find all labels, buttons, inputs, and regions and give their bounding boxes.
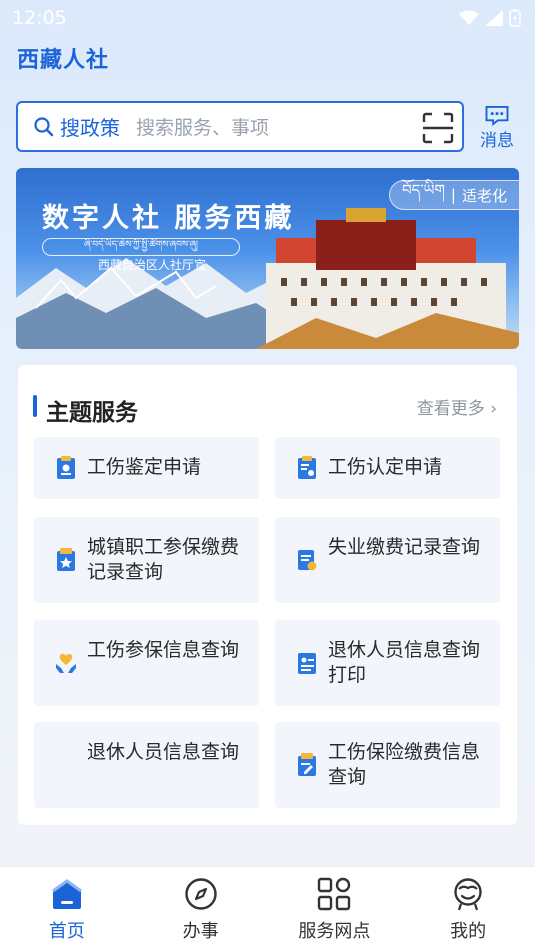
elder-mode-tibetan: བོད་ཡིག bbox=[402, 181, 445, 199]
wifi-icon bbox=[459, 10, 479, 25]
service-item[interactable]: 城镇职工参保缴费记录查询 bbox=[34, 517, 259, 603]
search-bar[interactable]: 搜政策 搜索服务、事项 bbox=[16, 101, 464, 152]
service-item[interactable]: 退休人员信息查询 bbox=[34, 722, 259, 808]
search-input[interactable]: 搜索服务、事项 bbox=[136, 113, 269, 140]
nav-label: 我的 bbox=[450, 921, 487, 942]
scan-icon[interactable] bbox=[422, 112, 454, 144]
grid-icon bbox=[318, 877, 351, 911]
view-more-link[interactable]: 查看更多 › bbox=[417, 394, 497, 419]
star-clipboard-icon bbox=[57, 548, 75, 571]
badge-divider: | bbox=[450, 186, 456, 204]
message-button[interactable]: 消息 bbox=[474, 105, 520, 151]
service-item[interactable]: 退休人员信息查询打印 bbox=[275, 620, 500, 706]
service-label: 工伤认定申请 bbox=[328, 456, 443, 478]
document-search-icon bbox=[298, 550, 317, 571]
view-more-label: 查看更多 bbox=[416, 399, 485, 419]
nav-item-services[interactable]: 办事 bbox=[134, 867, 268, 951]
search-icon bbox=[34, 116, 54, 136]
status-icons bbox=[459, 9, 521, 27]
nav-item-service-points[interactable]: 服务网点 bbox=[268, 867, 402, 951]
service-label: 退休人员信息查询打印 bbox=[328, 639, 481, 686]
bottom-nav: 首页 办事 服务网点 我的 bbox=[0, 866, 535, 951]
section-title: 主题服务 bbox=[46, 400, 138, 426]
message-icon bbox=[485, 105, 509, 126]
home-icon bbox=[52, 879, 82, 909]
nav-label: 办事 bbox=[182, 921, 219, 942]
service-label: 城镇职工参保缴费记录查询 bbox=[87, 536, 240, 583]
search-label: 搜政策 bbox=[60, 116, 120, 140]
elder-mode-button[interactable]: བོད་ཡིག | 适老化 bbox=[389, 180, 519, 210]
status-bar: 12:05 bbox=[0, 0, 535, 36]
service-item[interactable]: 工伤鉴定申请 bbox=[34, 437, 259, 499]
nav-item-profile[interactable]: 我的 bbox=[401, 867, 535, 951]
service-label: 工伤参保信息查询 bbox=[87, 639, 240, 661]
section-accent-bar bbox=[33, 395, 37, 417]
elder-mode-label: 适老化 bbox=[461, 186, 507, 205]
service-label: 工伤保险缴费信息查询 bbox=[328, 741, 481, 788]
clipboard-icon bbox=[57, 456, 75, 479]
service-label: 工伤鉴定申请 bbox=[87, 456, 202, 478]
id-card-icon bbox=[298, 653, 316, 674]
nav-label: 服务网点 bbox=[298, 921, 371, 942]
status-time: 12:05 bbox=[12, 7, 67, 29]
service-item[interactable]: 失业缴费记录查询 bbox=[275, 517, 500, 603]
nav-label: 首页 bbox=[48, 921, 85, 942]
heart-hands-icon bbox=[56, 653, 76, 673]
edit-document-icon bbox=[298, 753, 316, 776]
theme-services-card: 主题服务 查看更多 › 工伤鉴定申请 工伤认定申请 城镇职工参保缴费记录查询 失… bbox=[18, 365, 517, 825]
service-label: 退休人员信息查询 bbox=[87, 741, 240, 763]
banner[interactable]: 数字人社 服务西藏 ཞི་བདེ་ཡིད་ཆེས་ཀྱི་སྤྱི་ཚོགས་ཞ… bbox=[16, 168, 519, 349]
banner-department: 西藏自治区人社厅宣 bbox=[98, 258, 207, 272]
signal-icon bbox=[485, 10, 503, 26]
service-item[interactable]: 工伤保险缴费信息查询 bbox=[275, 722, 500, 808]
battery-icon bbox=[509, 9, 521, 27]
service-item[interactable]: 工伤参保信息查询 bbox=[34, 620, 259, 706]
banner-title: 数字人社 服务西藏 bbox=[42, 203, 295, 234]
banner-tibetan-text: ཞི་བདེ་ཡིད་ཆེས་ཀྱི་སྤྱི་ཚོགས་ཞབས་ཞུ། bbox=[42, 238, 240, 256]
message-label: 消息 bbox=[480, 131, 514, 151]
chevron-right-icon: › bbox=[490, 399, 497, 419]
service-label: 失业缴费记录查询 bbox=[328, 536, 481, 558]
app-title: 西藏人社 bbox=[17, 48, 110, 73]
nav-item-home[interactable]: 首页 bbox=[0, 867, 134, 951]
profile-icon bbox=[454, 878, 482, 911]
service-item[interactable]: 工伤认定申请 bbox=[275, 437, 500, 499]
eye-document-icon bbox=[298, 456, 316, 479]
compass-icon bbox=[184, 878, 217, 910]
